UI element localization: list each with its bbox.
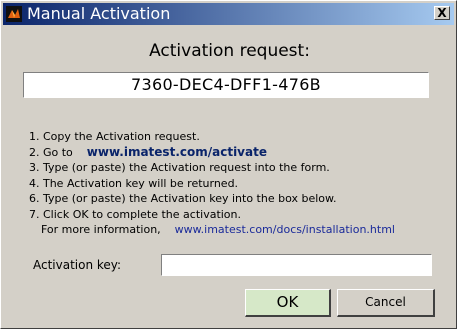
instruction-step-3: 3. Type (or paste) the Activation reques… (29, 161, 330, 174)
close-button[interactable]: X (434, 6, 450, 20)
instruction-step-4: 4. The Activation key will be returned. (29, 176, 239, 190)
ok-button[interactable]: OK (245, 289, 331, 317)
matlab-icon (6, 6, 22, 22)
instruction-step-2: 2. Go to www.imatest.com/activate (29, 145, 395, 161)
activation-key-label: Activation key: (33, 258, 122, 272)
instruction-step-1: 1. Copy the Activation request. (29, 130, 200, 143)
more-info-text: For more information, (41, 223, 161, 236)
window-title: Manual Activation (27, 4, 171, 23)
cancel-button[interactable]: Cancel (337, 289, 435, 317)
activation-request-heading: Activation request: (149, 41, 310, 61)
activation-request-field[interactable]: 7360-DEC4-DFF1-476B (23, 72, 429, 98)
instructions-list: 1. Copy the Activation request. 2. Go to… (29, 129, 395, 238)
manual-activation-dialog: Manual Activation X Activation request: … (0, 0, 457, 329)
title-bar[interactable]: Manual Activation X (3, 3, 454, 25)
installation-docs-link[interactable]: www.imatest.com/docs/installation.html (175, 223, 395, 236)
activation-key-input[interactable] (161, 254, 432, 276)
activate-link[interactable]: www.imatest.com/activate (87, 145, 267, 159)
instruction-step-2-text: 2. Go to (29, 145, 73, 159)
instruction-step-7: 7. Click OK to complete the activation. (29, 207, 242, 221)
instruction-step-6: 6. Type (or paste) the Activation key in… (29, 192, 337, 205)
more-info-row: For more information, www.imatest.com/doc… (29, 222, 395, 238)
